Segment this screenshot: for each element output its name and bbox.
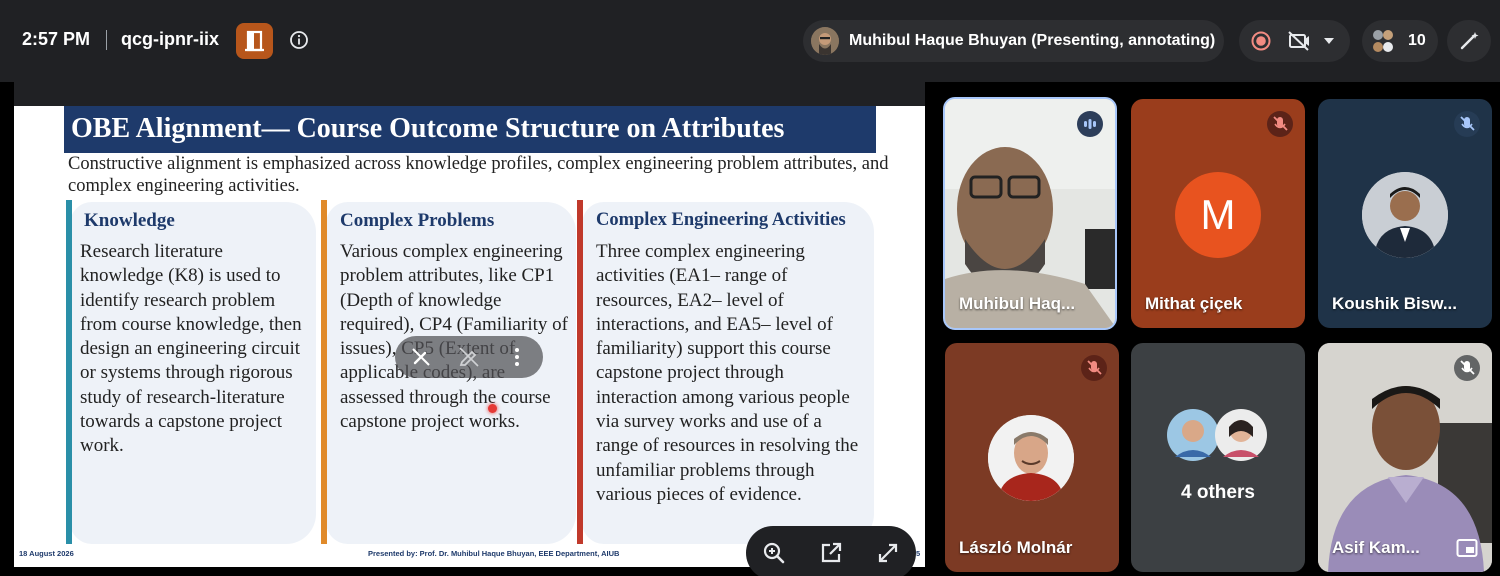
pin-icon[interactable] [1456,538,1478,558]
annotate-icon[interactable] [457,345,481,369]
participant-tile[interactable]: Koushik Bisw... [1318,99,1492,328]
clock: 2:57 PM [22,29,91,49]
meeting-top-bar: 2:57 PM qcg-ipnr-iix Muhibul Haque Bhuya… [0,0,1500,82]
presentation-slide: OBE Alignment— Course Outcome Structure … [14,106,925,567]
mic-off-icon [1267,111,1293,137]
slide-page-number: 5 [916,549,921,558]
participant-name: Koushik Bisw... [1332,294,1458,313]
mic-off-icon [1454,355,1480,381]
engineering-activities-heading: Complex Engineering Activities [596,210,846,230]
others-label: 4 others [1181,482,1255,503]
others-avatars [1167,409,1267,461]
annotation-tools-button[interactable] [1447,20,1491,62]
more-vert-icon[interactable] [505,345,529,369]
participant-tile[interactable]: Muhibul Haq... [943,97,1117,330]
recording-controls [1239,20,1350,62]
chevron-down-icon[interactable] [1323,36,1335,46]
speaking-indicator [1077,111,1103,137]
participant-tile[interactable]: M Mithat çiçek [1131,99,1305,328]
slide-subtitle: Constructive alignment is emphasized acr… [68,154,889,196]
zoom-in-icon[interactable] [760,539,788,567]
camera-off-icon[interactable] [1287,30,1311,52]
pen-off-icon[interactable] [409,345,433,369]
participant-tile-others[interactable]: 4 others [1131,343,1305,572]
presenter-chip[interactable]: Muhibul Haque Bhuyan (Presenting, annota… [803,20,1224,62]
slide-footer-presenter: Presented by: Prof. Dr. Muhibul Haque Bh… [368,549,620,558]
divider [106,30,107,50]
knowledge-heading: Knowledge [84,210,175,231]
record-icon[interactable] [1251,31,1271,51]
participant-tile[interactable]: Asif Kam... [1318,343,1492,572]
annotation-toolbar [395,336,543,378]
participants-button[interactable]: 10 [1362,20,1438,62]
engineering-activities-accent-bar [577,200,583,544]
people-icon [1373,30,1393,52]
meeting-code: qcg-ipnr-iix [121,29,219,49]
door-icon [245,30,264,52]
knowledge-text: Research literature knowledge (K8) is us… [80,241,302,457]
mic-off-icon [1454,111,1480,137]
pop-out-icon[interactable] [817,539,845,567]
presenter-label: Muhibul Haque Bhuyan (Presenting, annota… [849,32,1216,49]
slide-footer-date: 18 August 2026 [19,549,74,558]
avatar-initial: M [1200,191,1236,238]
engineering-activities-text: Three complex engineering activities (EA… [596,241,859,505]
knowledge-accent-bar [66,200,72,544]
avatar [1362,172,1448,258]
participant-tile[interactable]: László Molnár [945,343,1119,572]
fullscreen-icon[interactable] [874,539,902,567]
door-button[interactable] [236,23,273,59]
mic-off-icon [1081,355,1107,381]
presenter-avatar [811,27,839,55]
participant-name: Mithat çiçek [1145,294,1243,313]
participant-name: Muhibul Haq... [959,294,1076,313]
participant-name: Asif Kam... [1332,538,1420,557]
participant-count: 10 [1408,32,1426,49]
laser-pointer [488,404,497,413]
info-icon[interactable] [289,30,309,50]
slide-title: OBE Alignment— Course Outcome Structure … [64,106,876,153]
presentation-stage: OBE Alignment— Course Outcome Structure … [14,78,925,567]
complex-problems-accent-bar [321,200,327,544]
view-controls [746,526,916,576]
participant-name: László Molnár [959,538,1073,557]
complex-problems-heading: Complex Problems [340,210,495,231]
magic-pen-icon [1460,32,1479,50]
avatar [988,415,1074,501]
avatar: M [1175,172,1261,258]
